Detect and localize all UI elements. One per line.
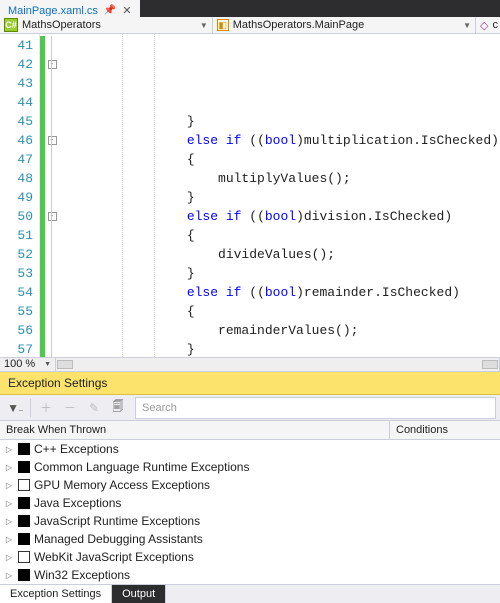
tab-mainpage[interactable]: MainPage.xaml.cs 📌 ✕ [0, 0, 140, 17]
chevron-down-icon: ▼ [44, 361, 51, 368]
expand-icon[interactable]: ▷ [4, 499, 14, 508]
checkbox[interactable] [18, 515, 30, 527]
outline-collapse-icon[interactable]: - [48, 212, 57, 221]
exception-list: ▷ C++ Exceptions ▷ Common Language Runtime … [0, 440, 500, 584]
remove-exception-button[interactable]: － [59, 397, 81, 419]
expand-icon[interactable]: ▷ [4, 463, 14, 472]
member-text: c [493, 19, 499, 31]
code-line[interactable]: else if ((bool)remainder.IsChecked) [62, 283, 500, 302]
filter-button[interactable]: ▼_ [4, 397, 26, 419]
checkbox[interactable] [18, 443, 30, 455]
class-name: MathsOperators.MainPage [233, 19, 364, 31]
exception-label: JavaScript Runtime Exceptions [34, 514, 200, 528]
expand-icon[interactable]: ▷ [4, 517, 14, 526]
expand-icon[interactable]: ▷ [4, 553, 14, 562]
code-line[interactable]: } [62, 112, 500, 131]
restore-button[interactable]: 🗐 [107, 397, 129, 419]
chevron-down-icon: ▼ [463, 21, 471, 30]
outline-gutter: - - - [46, 34, 58, 357]
nav-dropdown-bar: C# MathsOperators ▼ ◧ MathsOperators.Mai… [0, 17, 500, 34]
code-line[interactable]: divideValues(); [62, 245, 500, 264]
expand-icon[interactable]: ▷ [4, 481, 14, 490]
code-line[interactable]: } [62, 340, 500, 357]
code-line[interactable]: } [62, 188, 500, 207]
document-tabbar: MainPage.xaml.cs 📌 ✕ [0, 0, 500, 17]
code-line[interactable]: { [62, 302, 500, 321]
add-exception-button[interactable]: ＋ [35, 397, 57, 419]
code-line[interactable]: remainderValues(); [62, 321, 500, 340]
exception-label: Java Exceptions [34, 496, 121, 510]
exception-settings-panel: Exception Settings ▼_ ＋ － ✎ 🗐 Search Bre… [0, 371, 500, 584]
exception-row[interactable]: ▷ Win32 Exceptions [0, 566, 500, 584]
checkbox[interactable] [18, 461, 30, 473]
outline-collapse-icon[interactable]: - [48, 136, 57, 145]
exception-label: GPU Memory Access Exceptions [34, 478, 210, 492]
expand-icon[interactable]: ▷ [4, 535, 14, 544]
edit-exception-button[interactable]: ✎ [83, 397, 105, 419]
exception-row[interactable]: ▷ JavaScript Runtime Exceptions [0, 512, 500, 530]
expand-icon[interactable]: ▷ [4, 445, 14, 454]
exception-row[interactable]: ▷ Java Exceptions [0, 494, 500, 512]
code-line[interactable]: else if ((bool)division.IsChecked) [62, 207, 500, 226]
panel-title: Exception Settings [0, 372, 500, 395]
checkbox[interactable] [18, 551, 30, 563]
horizontal-scrollbar[interactable] [56, 358, 500, 371]
exception-row[interactable]: ▷ Common Language Runtime Exceptions [0, 458, 500, 476]
checkbox[interactable] [18, 533, 30, 545]
panel-toolbar: ▼_ ＋ － ✎ 🗐 Search [0, 395, 500, 421]
expand-icon[interactable]: ▷ [4, 571, 14, 580]
toolbar-separator [30, 399, 31, 417]
code-line[interactable]: multiplyValues(); [62, 169, 500, 188]
outline-collapse-icon[interactable]: - [48, 60, 57, 69]
exception-label: WebKit JavaScript Exceptions [34, 550, 194, 564]
exception-label: Managed Debugging Assistants [34, 532, 203, 546]
line-number-gutter: 414243444546474849505152535455565758 [0, 34, 40, 357]
search-input[interactable]: Search [135, 397, 496, 419]
exception-row[interactable]: ▷ C++ Exceptions [0, 440, 500, 458]
zoom-dropdown[interactable]: 100 % ▼ [0, 358, 56, 371]
editor-bottom-bar: 100 % ▼ [0, 357, 500, 371]
member-icon: ◇ [480, 19, 488, 32]
checkbox[interactable] [18, 497, 30, 509]
tab-label: Output [122, 588, 155, 600]
checkbox[interactable] [18, 479, 30, 491]
tab-label: MainPage.xaml.cs [8, 5, 98, 17]
column-break-when-thrown[interactable]: Break When Thrown [0, 421, 390, 439]
code-line[interactable]: } [62, 264, 500, 283]
tab-label: Exception Settings [10, 588, 101, 600]
tool-window-tabs: Exception Settings Output [0, 584, 500, 603]
tab-exception-settings[interactable]: Exception Settings [0, 585, 112, 603]
exception-label: Common Language Runtime Exceptions [34, 460, 249, 474]
class-dropdown[interactable]: ◧ MathsOperators.MainPage ▼ [213, 17, 476, 33]
chevron-down-icon: ▼ [200, 21, 208, 30]
code-line[interactable]: { [62, 226, 500, 245]
checkbox[interactable] [18, 569, 30, 581]
project-name: MathsOperators [22, 19, 101, 31]
csharp-project-icon: C# [4, 18, 18, 32]
class-icon: ◧ [217, 19, 229, 31]
exception-list-header: Break When Thrown Conditions [0, 421, 500, 440]
zoom-value: 100 % [4, 358, 35, 370]
code-line[interactable]: else if ((bool)multiplication.IsChecked) [62, 131, 500, 150]
code-editor: 414243444546474849505152535455565758 ---… [0, 34, 500, 357]
code-line[interactable]: { [62, 150, 500, 169]
exception-label: C++ Exceptions [34, 442, 119, 456]
exception-row[interactable]: ▷ Managed Debugging Assistants [0, 530, 500, 548]
close-icon[interactable]: ✕ [122, 4, 131, 17]
tab-output[interactable]: Output [112, 585, 166, 603]
pin-icon[interactable]: 📌 [104, 5, 116, 16]
exception-row[interactable]: ▷ WebKit JavaScript Exceptions [0, 548, 500, 566]
search-placeholder: Search [142, 402, 177, 414]
member-dropdown[interactable]: ◇ c [476, 17, 500, 33]
code-area[interactable]: } else if ((bool)multiplication.IsChecke… [58, 34, 500, 357]
column-conditions[interactable]: Conditions [390, 421, 500, 439]
exception-row[interactable]: ▷ GPU Memory Access Exceptions [0, 476, 500, 494]
exception-label: Win32 Exceptions [34, 568, 130, 582]
project-dropdown[interactable]: C# MathsOperators ▼ [0, 17, 213, 33]
